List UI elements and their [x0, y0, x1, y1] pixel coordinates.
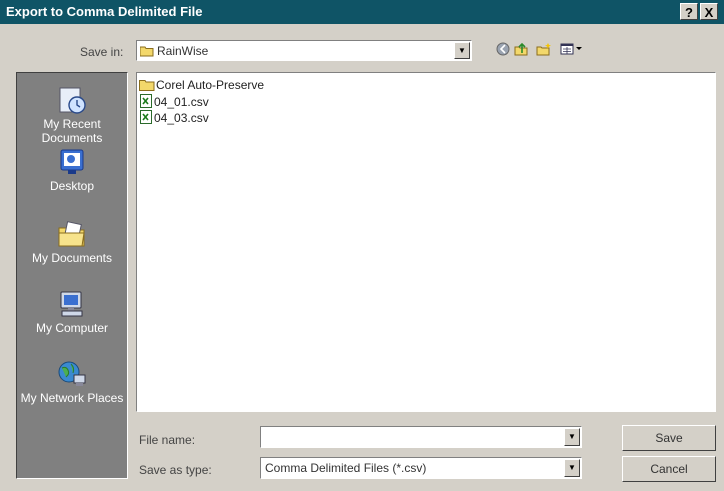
list-item[interactable]: 04_01.csv — [139, 94, 209, 110]
file-name-input[interactable]: ▼ — [260, 426, 582, 448]
place-my-computer[interactable]: My Computer — [17, 289, 127, 335]
list-item[interactable]: 04_03.csv — [139, 110, 209, 126]
cancel-button[interactable]: Cancel — [622, 456, 716, 482]
title-bar: Export to Comma Delimited File ? X — [0, 0, 724, 24]
export-dialog: Export to Comma Delimited File ? X Save … — [0, 0, 724, 491]
places-bar: My Recent Documents Desktop My Documents — [16, 72, 128, 479]
place-desktop[interactable]: Desktop — [17, 147, 127, 193]
file-name-label: File name: — [139, 433, 196, 447]
place-label: Desktop — [49, 179, 95, 193]
file-name: 04_03.csv — [154, 111, 209, 125]
place-my-network-places[interactable]: My Network Places — [17, 359, 127, 405]
chevron-down-icon[interactable]: ▼ — [454, 42, 470, 59]
back-icon[interactable] — [496, 42, 510, 56]
help-button[interactable]: ? — [680, 3, 698, 20]
chevron-down-icon[interactable]: ▼ — [564, 459, 580, 477]
dialog-title: Export to Comma Delimited File — [6, 4, 203, 19]
save-button[interactable]: Save — [622, 425, 716, 451]
my-documents-icon — [58, 221, 85, 247]
file-list[interactable]: Corel Auto-Preserve 04_01.csv 04_03.csv — [136, 72, 716, 412]
up-folder-icon[interactable] — [514, 42, 528, 56]
recent-documents-icon — [59, 87, 86, 114]
file-name: 04_01.csv — [154, 95, 209, 109]
desktop-icon — [60, 149, 84, 174]
folder-icon — [139, 80, 155, 91]
chevron-down-icon[interactable]: ▼ — [564, 428, 580, 446]
csv-file-icon — [140, 110, 152, 124]
save-in-label: Save in: — [80, 45, 124, 59]
list-item[interactable]: Corel Auto-Preserve — [139, 78, 264, 94]
view-menu-icon[interactable] — [560, 42, 584, 56]
place-label: My Network Places — [20, 391, 124, 405]
place-my-recent-documents[interactable]: My Recent Documents — [17, 85, 127, 145]
csv-file-icon — [140, 94, 152, 108]
place-label: My Computer — [35, 321, 109, 335]
close-button[interactable]: X — [700, 3, 718, 20]
save-in-value: RainWise — [157, 44, 209, 58]
save-as-type-label: Save as type: — [139, 463, 212, 477]
new-folder-icon[interactable] — [536, 42, 552, 56]
file-name: Corel Auto-Preserve — [156, 78, 265, 92]
folder-icon — [140, 46, 154, 57]
place-my-documents[interactable]: My Documents — [17, 219, 127, 265]
save-as-type-dropdown[interactable]: Comma Delimited Files (*.csv) ▼ — [260, 457, 582, 479]
my-computer-icon — [60, 291, 83, 317]
place-label: My Documents — [31, 251, 113, 265]
place-label: My Recent Documents — [41, 117, 103, 145]
save-in-dropdown[interactable]: RainWise ▼ — [136, 40, 472, 61]
network-places-icon — [58, 361, 86, 386]
save-as-type-value: Comma Delimited Files (*.csv) — [265, 461, 427, 475]
